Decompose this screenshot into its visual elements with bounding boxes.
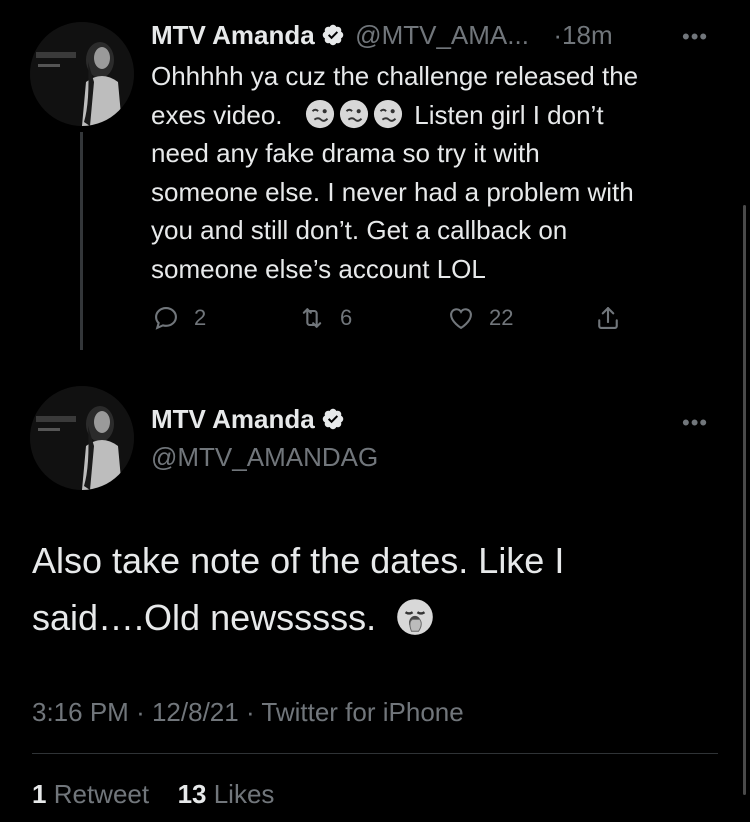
woozy-face-emoji	[373, 99, 403, 128]
divider	[32, 753, 718, 754]
tweet-date[interactable]: 12/8/21	[152, 697, 239, 727]
tweet-text: Ohhhhh ya cuz the challenge released the…	[151, 57, 731, 288]
yawning-face-emoji	[397, 599, 433, 635]
more-options-icon[interactable]: •••	[682, 410, 708, 436]
tweet-stats: 1 Retweet 13 Likes	[32, 779, 274, 810]
tweet-time[interactable]: 3:16 PM	[32, 697, 129, 727]
tweet-line: Also take note of the dates. Like I	[32, 540, 565, 581]
separator-dot: ·	[553, 20, 563, 50]
tweet-header: MTV Amanda @MTV_AMA... ·18m	[151, 20, 613, 51]
avatar[interactable]	[30, 386, 134, 490]
share-icon	[598, 307, 618, 329]
handle[interactable]: @MTV_AMA...	[355, 20, 529, 50]
tweet-source[interactable]: Twitter for iPhone	[261, 697, 463, 727]
reply-button[interactable]: 2	[152, 304, 206, 332]
handle[interactable]: @MTV_AMANDAG	[151, 442, 378, 473]
avatar[interactable]	[30, 22, 134, 126]
more-options-icon[interactable]: •••	[682, 24, 708, 50]
like-total: 13	[177, 779, 207, 809]
tweet-header: MTV Amanda	[151, 404, 345, 435]
tweet-line-part: said….Old newsssss.	[32, 597, 377, 638]
tweet-metadata: 3:16 PM · 12/8/21 · Twitter for iPhone	[32, 697, 464, 728]
likes-stat[interactable]: 13 Likes	[178, 779, 275, 809]
verified-badge-icon	[322, 24, 343, 46]
tweet-line: you and still don’t. Get a callback on	[151, 215, 568, 245]
retweet-label: Retweet	[53, 779, 150, 809]
tweet-line-part: Listen girl I don’t	[414, 99, 604, 130]
like-button[interactable]: 22	[447, 304, 513, 332]
retweets-stat[interactable]: 1 Retweet	[32, 779, 149, 809]
separator-dot: ·	[136, 697, 145, 727]
thread-line	[80, 132, 83, 350]
like-label: Likes	[213, 779, 275, 809]
reply-count: 2	[194, 305, 207, 330]
tweet-line: someone else. I never had a problem with	[151, 176, 634, 207]
share-button[interactable]	[594, 304, 636, 332]
retweet-total: 1	[32, 779, 47, 809]
profile-photo	[30, 22, 134, 126]
heart-icon	[450, 308, 472, 330]
retweet-count: 6	[340, 305, 353, 330]
tweet-line: need any fake drama so try it with	[151, 138, 540, 168]
profile-photo	[30, 386, 134, 490]
tweet-line: said….Old newsssss.	[32, 589, 722, 646]
tweet-line: exes video. Listen girl I don’t	[151, 96, 731, 135]
retweet-button[interactable]: 6	[298, 304, 352, 332]
reply-icon	[155, 307, 177, 330]
woozy-face-emoji	[305, 99, 335, 128]
scrollbar[interactable]	[743, 205, 746, 795]
tweet-line: Ohhhhh ya cuz the challenge released the	[151, 61, 639, 91]
tweet-text: Also take note of the dates. Like I said…	[32, 532, 722, 646]
tweet-line-part: exes video.	[151, 99, 283, 130]
separator-dot: ·	[245, 697, 255, 727]
display-name[interactable]: MTV Amanda	[151, 20, 315, 50]
woozy-face-emoji	[339, 99, 369, 128]
verified-badge-icon	[322, 408, 343, 430]
display-name[interactable]: MTV Amanda	[151, 404, 315, 434]
like-count: 22	[489, 305, 514, 330]
tweet-line: someone else’s account LOL	[151, 253, 486, 284]
timestamp[interactable]: 18m	[562, 20, 613, 50]
retweet-icon	[302, 308, 322, 328]
